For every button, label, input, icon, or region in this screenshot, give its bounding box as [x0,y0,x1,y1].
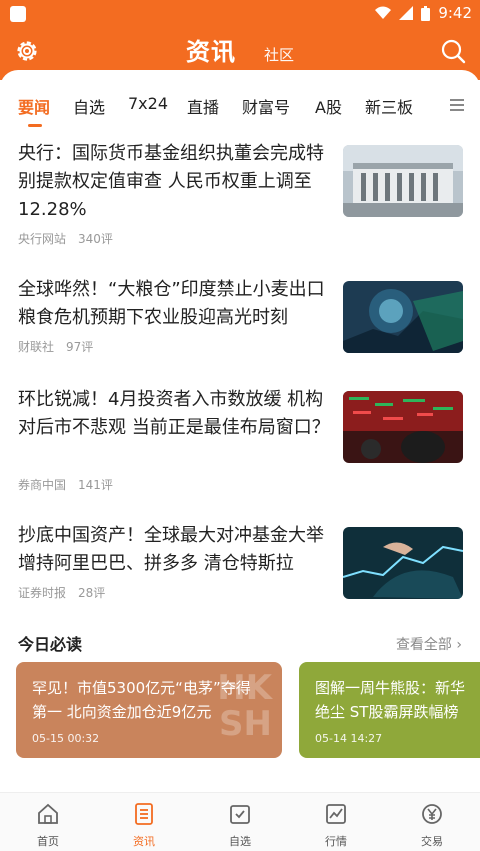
news-source: 央行网站 [18,232,67,246]
card-date: 05-14 14:27 [315,732,383,745]
settings-gear-icon[interactable] [14,38,40,64]
news-item[interactable]: 环比锐减！4月投资者入市数放缓 机构对后市不悲观 当前正是最佳布局窗口？ 券商中… [0,386,480,506]
card-title-line: 绝尘 ST股霸屏跌幅榜 [315,703,459,721]
news-item[interactable]: 全球哗然！“大粮仓”印度禁止小麦出口 粮食危机预期下农业股迎高光时刻 财联社 97… [0,276,480,396]
news-source: 证券时报 [18,586,67,600]
news-meta: 央行网站 340评 [18,230,113,247]
tab-live[interactable]: 直播 [187,94,219,118]
news-item[interactable]: 央行：国际货币基金组织执董会完成特别提款权定值审查 人民币权重上调至12.28%… [0,140,480,260]
news-meta: 证券时报 28评 [18,584,105,601]
community-tab[interactable]: 社区 [264,44,294,65]
bottom-nav: 首页 资讯 自选 行情 交易 [0,792,480,851]
news-comments: 340评 [78,232,113,246]
nav-label: 首页 [37,835,59,848]
title-bar: 资讯 社区 [0,28,480,72]
must-read-card[interactable]: 图解一周牛熊股：新华 绝尘 ST股霸屏跌幅榜 05-14 14:27 [299,662,480,758]
card-title: 图解一周牛熊股：新华 绝尘 ST股霸屏跌幅榜 [315,676,465,724]
tab-menu-icon[interactable] [450,99,464,111]
nav-label: 行情 [325,835,347,848]
must-read-card[interactable]: HK SH 罕见！市值5300亿元“电茅”夺得 第一 北向资金加仓近9亿元 05-… [16,662,282,758]
news-thumbnail [343,527,463,599]
home-icon [38,803,58,824]
tab-a-shares[interactable]: A股 [315,94,342,118]
nav-watchlist[interactable]: 自选 [210,801,270,849]
news-comments: 141评 [78,478,113,492]
tab-7x24[interactable]: 7x24 [128,94,168,113]
content-sheet: 要闻 自选 7x24 直播 财富号 A股 新三板 央行：国际货币基金组织执董会完… [0,70,480,800]
nav-label: 交易 [421,835,443,848]
card-title-line: 罕见！市值5300亿元“电茅”夺得 [32,679,251,697]
status-time: 9:42 [438,4,472,22]
news-icon [135,803,153,825]
wifi-icon [375,6,392,19]
nav-market[interactable]: 行情 [306,801,366,849]
tab-watchlist[interactable]: 自选 [73,94,105,118]
card-title: 罕见！市值5300亿元“电茅”夺得 第一 北向资金加仓近9亿元 [32,676,251,724]
trade-icon [422,804,442,824]
battery-icon [421,5,431,21]
active-tab-indicator [28,124,42,127]
news-title: 抄底中国资产！全球最大对冲基金大举增持阿里巴巴、拼多多 清仓特斯拉 [18,525,324,574]
news-source: 券商中国 [18,478,67,492]
tab-headlines[interactable]: 要闻 [18,94,50,118]
status-bar: 9:42 [0,0,480,28]
card-title-line: 第一 北向资金加仓近9亿元 [32,703,212,721]
news-title: 央行：国际货币基金组织执董会完成特别提款权定值审查 人民币权重上调至12.28% [18,143,324,220]
news-title: 全球哗然！“大粮仓”印度禁止小麦出口 粮食危机预期下农业股迎高光时刻 [18,279,325,328]
market-icon [326,804,346,824]
app-notification-icon [10,6,26,22]
nav-label: 自选 [229,835,251,848]
signal-icon [399,6,414,20]
chevron-right-icon: › [456,637,462,653]
page-title: 资讯 [186,38,236,66]
news-thumbnail [343,391,463,463]
news-meta: 财联社 97评 [18,338,93,355]
card-title-line: 图解一周牛熊股：新华 [315,679,466,697]
nav-trade[interactable]: 交易 [402,801,462,849]
news-source: 财联社 [18,340,55,354]
tab-fortune[interactable]: 财富号 [242,94,290,118]
news-item[interactable]: 抄底中国资产！全球最大对冲基金大举增持阿里巴巴、拼多多 清仓特斯拉 证券时报 28… [0,522,480,642]
news-meta: 券商中国 141评 [18,476,113,493]
card-date: 05-15 00:32 [32,732,100,745]
watchlist-icon [230,805,250,824]
news-thumbnail [343,145,463,217]
news-title: 环比锐减！4月投资者入市数放缓 机构对后市不悲观 当前正是最佳布局窗口？ [18,389,330,438]
nav-news[interactable]: 资讯 [114,801,174,849]
search-icon[interactable] [440,38,466,64]
category-tabs: 要闻 自选 7x24 直播 财富号 A股 新三板 [0,84,480,128]
news-comments: 97评 [66,340,94,354]
news-comments: 28评 [78,586,106,600]
nav-label: 资讯 [133,835,155,848]
tab-new-third-board[interactable]: 新三板 [365,94,413,118]
see-all-label: 查看全部 [395,637,452,653]
news-thumbnail [343,281,463,353]
app-header: 9:42 资讯 社区 [0,0,480,80]
see-all-link[interactable]: 查看全部 › [396,634,462,654]
nav-home[interactable]: 首页 [18,801,78,849]
status-icons: 9:42 [375,4,472,22]
must-read-title: 今日必读 [18,635,83,654]
